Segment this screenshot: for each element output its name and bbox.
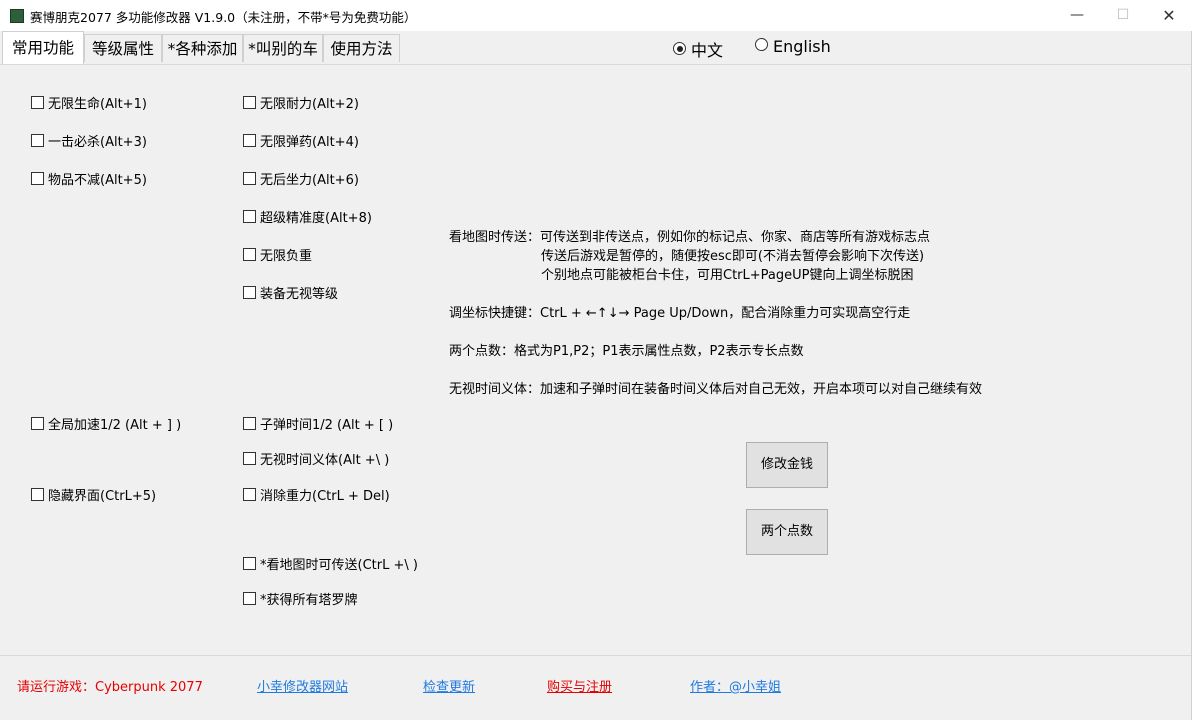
checkbox-label: 物品不减(Alt+5) xyxy=(48,173,147,188)
checkbox-label: *看地图时可传送(CtrL +\ ) xyxy=(260,558,418,573)
tab-level-attributes[interactable]: 等级属性 xyxy=(84,34,162,62)
checkbox-label: 无限生命(Alt+1) xyxy=(48,97,147,112)
checkbox-icon[interactable] xyxy=(31,417,44,430)
game-status-text: 请运行游戏：Cyberpunk 2077 xyxy=(17,680,203,695)
checkbox-icon[interactable] xyxy=(31,134,44,147)
checkbox-all-tarot[interactable]: *获得所有塔罗牌 xyxy=(243,589,358,608)
checkbox-infinite-stamina[interactable]: 无限耐力(Alt+2) xyxy=(243,93,359,112)
checkbox-label: 隐藏界面(CtrL+5) xyxy=(48,489,157,504)
checkbox-icon[interactable] xyxy=(31,488,44,501)
maximize-button[interactable]: ☐ xyxy=(1100,0,1146,31)
checkbox-ignore-time-cyberware[interactable]: 无视时间义体(Alt +\ ) xyxy=(243,449,389,468)
checkbox-icon[interactable] xyxy=(243,134,256,147)
checkbox-icon[interactable] xyxy=(243,488,256,501)
checkbox-one-hit-kill[interactable]: 一击必杀(Alt+3) xyxy=(31,131,147,150)
checkbox-icon[interactable] xyxy=(243,96,256,109)
info-coordinates: 调坐标快捷键：CtrL + ←↑↓→ Page Up/Down，配合消除重力可实… xyxy=(449,306,911,321)
modify-money-button[interactable]: 修改金钱 xyxy=(746,442,828,488)
checkbox-label: 无限弹药(Alt+4) xyxy=(260,135,359,150)
checkbox-icon[interactable] xyxy=(31,96,44,109)
author-link[interactable]: 作者：@小幸姐 xyxy=(690,676,781,695)
checkbox-icon[interactable] xyxy=(243,210,256,223)
language-english-label: English xyxy=(773,37,831,56)
checkbox-icon[interactable] xyxy=(243,557,256,570)
info-teleport-line-2: 传送后游戏是暂停的，随便按esc即可(不消去暂停会影响下次传送) xyxy=(541,249,925,264)
checkbox-label: 子弹时间1/2 (Alt + [ ) xyxy=(260,418,394,433)
two-points-button[interactable]: 两个点数 xyxy=(746,509,828,555)
checkbox-ignore-level[interactable]: 装备无视等级 xyxy=(243,283,338,302)
checkbox-label: 超级精准度(Alt+8) xyxy=(260,211,372,226)
radio-unchecked-icon[interactable] xyxy=(755,38,768,51)
checkbox-label: 全局加速1/2 (Alt + ] ) xyxy=(48,418,182,433)
checkbox-label: 装备无视等级 xyxy=(260,287,339,302)
checkbox-infinite-ammo[interactable]: 无限弹药(Alt+4) xyxy=(243,131,359,150)
checkbox-icon[interactable] xyxy=(243,248,256,261)
info-points: 两个点数：格式为P1,P2；P1表示属性点数，P2表示专长点数 xyxy=(449,344,804,359)
language-option-chinese[interactable]: 中文 xyxy=(673,37,723,61)
title-bar: 赛博朋克2077 多功能修改器 V1.9.0（未注册，不带*号为免费功能） — … xyxy=(0,0,1192,31)
tab-call-vehicle[interactable]: *叫别的车 xyxy=(243,34,323,62)
checkbox-super-accuracy[interactable]: 超级精准度(Alt+8) xyxy=(243,207,372,226)
checkbox-infinite-weight[interactable]: 无限负重 xyxy=(243,245,312,264)
checkbox-map-teleport[interactable]: *看地图时可传送(CtrL +\ ) xyxy=(243,554,418,573)
radio-checked-icon[interactable] xyxy=(673,42,686,55)
app-icon xyxy=(10,9,24,23)
tab-usage[interactable]: 使用方法 xyxy=(323,34,400,62)
checkbox-label: 消除重力(CtrL + Del) xyxy=(260,489,390,504)
language-option-english[interactable]: English xyxy=(755,37,831,56)
checkbox-label: *获得所有塔罗牌 xyxy=(260,593,358,608)
checkbox-no-recoil[interactable]: 无后坐力(Alt+6) xyxy=(243,169,359,188)
checkbox-bullet-time[interactable]: 子弹时间1/2 (Alt + [ ) xyxy=(243,414,393,433)
tab-various-add[interactable]: *各种添加 xyxy=(162,34,243,62)
check-update-link[interactable]: 检查更新 xyxy=(423,676,475,695)
checkbox-icon[interactable] xyxy=(243,592,256,605)
checkbox-icon[interactable] xyxy=(31,172,44,185)
info-teleport-line-3: 个别地点可能被柜台卡住，可用CtrL+PageUP键向上调坐标脱困 xyxy=(541,268,914,283)
checkbox-global-speed[interactable]: 全局加速1/2 (Alt + ] ) xyxy=(31,414,181,433)
checkbox-infinite-health[interactable]: 无限生命(Alt+1) xyxy=(31,93,147,112)
tab-panel xyxy=(0,64,1192,657)
checkbox-hide-ui[interactable]: 隐藏界面(CtrL+5) xyxy=(31,485,156,504)
footer-divider xyxy=(0,655,1192,656)
website-link[interactable]: 小幸修改器网站 xyxy=(257,676,348,695)
checkbox-icon[interactable] xyxy=(243,286,256,299)
tab-bar: 常用功能 等级属性 *各种添加 *叫别的车 使用方法 xyxy=(0,31,1192,64)
checkbox-icon[interactable] xyxy=(243,452,256,465)
checkbox-remove-gravity[interactable]: 消除重力(CtrL + Del) xyxy=(243,485,390,504)
close-button[interactable]: ✕ xyxy=(1146,0,1192,31)
checkbox-label: 无限耐力(Alt+2) xyxy=(260,97,359,112)
checkbox-label: 无限负重 xyxy=(260,249,313,264)
buy-register-link[interactable]: 购买与注册 xyxy=(547,676,612,695)
checkbox-items-not-decrease[interactable]: 物品不减(Alt+5) xyxy=(31,169,147,188)
window-title: 赛博朋克2077 多功能修改器 V1.9.0（未注册，不带*号为免费功能） xyxy=(30,10,417,25)
minimize-button[interactable]: — xyxy=(1054,0,1100,31)
language-chinese-label: 中文 xyxy=(691,41,724,60)
checkbox-label: 无后坐力(Alt+6) xyxy=(260,173,359,188)
checkbox-label: 无视时间义体(Alt +\ ) xyxy=(260,453,390,468)
checkbox-icon[interactable] xyxy=(243,172,256,185)
info-teleport-line-1: 看地图时传送：可传送到非传送点，例如你的标记点、你家、商店等所有游戏标志点 xyxy=(449,230,931,245)
checkbox-label: 一击必杀(Alt+3) xyxy=(48,135,147,150)
checkbox-icon[interactable] xyxy=(243,417,256,430)
info-cyberware: 无视时间义体：加速和子弹时间在装备时间义体后对自己无效，开启本项可以对自己继续有… xyxy=(449,382,983,397)
tab-common-features[interactable]: 常用功能 xyxy=(2,31,84,64)
